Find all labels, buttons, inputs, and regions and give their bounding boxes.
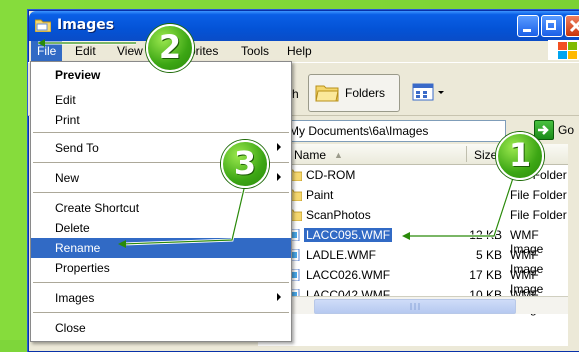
- file-name: LADLE.WMF: [306, 248, 377, 262]
- windows-logo: [548, 40, 579, 60]
- file-menu-dropdown: Preview Edit Print Send To New Create Shortcu…: [30, 61, 292, 342]
- menu-separator: [33, 312, 289, 313]
- file-row[interactable]: LACC026.WMF 17 KB WMF Image: [258, 266, 568, 296]
- menu-item-label: Send To: [55, 141, 99, 155]
- horizontal-scrollbar[interactable]: [258, 296, 568, 314]
- menu-item-label: Close: [55, 321, 86, 335]
- close-button[interactable]: [565, 15, 579, 37]
- minimize-button[interactable]: [517, 15, 539, 37]
- menu-bar: File Edit View Favorites Tools Help: [29, 41, 579, 61]
- menu-item-images[interactable]: Images: [31, 288, 291, 308]
- callout-step-3: 3: [221, 140, 269, 188]
- go-button-label[interactable]: Go: [558, 123, 574, 137]
- submenu-arrow-icon: [277, 173, 281, 181]
- menu-item-label: Create Shortcut: [55, 201, 140, 215]
- folders-icon: [315, 85, 339, 102]
- menu-help[interactable]: Help: [287, 44, 312, 58]
- file-row[interactable]: ScanPhotos File Folder: [258, 206, 568, 225]
- menu-item-print[interactable]: Print: [31, 110, 291, 130]
- file-name: LACC095.WMF: [304, 228, 393, 242]
- menu-item-close[interactable]: Close: [31, 318, 291, 338]
- views-icon: [412, 83, 444, 101]
- submenu-arrow-icon: [277, 143, 281, 151]
- address-path: My Documents\6a\Images: [289, 124, 429, 138]
- menu-file[interactable]: File: [31, 41, 63, 61]
- menu-item-properties[interactable]: Properties: [31, 258, 291, 278]
- menu-item-label: Print: [55, 113, 80, 127]
- file-type: File Folder: [510, 188, 567, 202]
- folders-button[interactable]: Folders: [308, 74, 400, 112]
- title-bar[interactable]: Images: [29, 11, 579, 41]
- file-type: File Folder: [510, 208, 567, 222]
- file-name: ScanPhotos: [306, 208, 371, 222]
- column-divider[interactable]: [466, 146, 467, 162]
- views-button[interactable]: [412, 82, 446, 104]
- menu-item-label: Images: [55, 291, 95, 305]
- scrollbar-thumb[interactable]: [314, 299, 516, 314]
- menu-item-label: Preview: [55, 68, 101, 82]
- menu-item-delete[interactable]: Delete: [31, 218, 291, 238]
- file-size: 12 KB: [469, 228, 502, 242]
- window-title: Images: [57, 17, 115, 33]
- menu-view[interactable]: View: [117, 44, 143, 58]
- file-row[interactable]: LADLE.WMF 5 KB WMF Image: [258, 246, 568, 276]
- close-icon: [569, 19, 579, 33]
- menu-item-create-shortcut[interactable]: Create Shortcut: [31, 198, 291, 218]
- file-row[interactable]: LACC095.WMF 12 KB WMF Image: [258, 226, 568, 256]
- callout-step-1: 1: [496, 132, 544, 180]
- menu-tools[interactable]: Tools: [241, 44, 269, 58]
- menu-item-label: Delete: [55, 221, 90, 235]
- folder-icon: [35, 19, 51, 32]
- submenu-arrow-icon: [277, 293, 281, 301]
- back-button-label[interactable]: h: [292, 87, 299, 101]
- column-size[interactable]: Size: [474, 148, 497, 162]
- menu-item-label: Rename: [55, 241, 101, 255]
- file-name: CD-ROM: [306, 168, 356, 182]
- file-name: Paint: [306, 188, 334, 202]
- menu-item-label: New: [55, 171, 80, 185]
- menu-item-edit[interactable]: Edit: [31, 90, 291, 110]
- menu-item-label: Edit: [55, 93, 76, 107]
- column-name[interactable]: Name: [294, 148, 326, 162]
- menu-separator: [33, 192, 289, 193]
- callout-step-2: 2: [146, 24, 194, 72]
- menu-separator: [33, 282, 289, 283]
- file-size: 17 KB: [469, 268, 502, 282]
- menu-separator: [33, 132, 289, 133]
- menu-item-label: Properties: [55, 261, 110, 275]
- folders-label: Folders: [345, 86, 386, 100]
- file-row[interactable]: Paint File Folder: [258, 186, 568, 205]
- file-size: 5 KB: [475, 248, 502, 262]
- address-bar[interactable]: My Documents\6a\Images: [258, 120, 506, 142]
- maximize-button[interactable]: [541, 15, 563, 37]
- file-name: LACC026.WMF: [306, 268, 391, 282]
- menu-edit[interactable]: Edit: [75, 44, 96, 58]
- menu-item-rename[interactable]: Rename: [31, 238, 291, 258]
- sort-ascending-icon: ▲: [334, 150, 343, 160]
